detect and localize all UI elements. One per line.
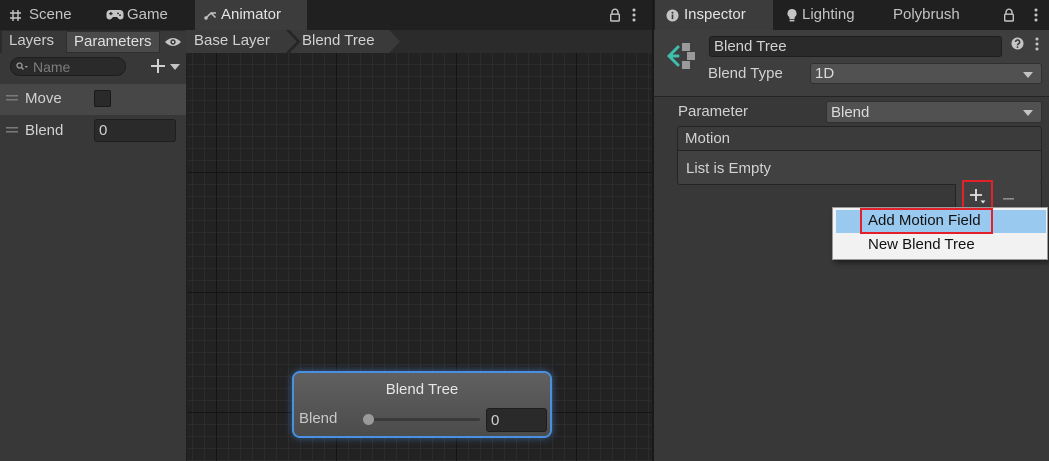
sidebar-tab-parameters[interactable]: Parameters	[66, 31, 160, 53]
node-title: Blend Tree	[385, 381, 459, 398]
blend-type-dropdown[interactable]: 1D	[810, 63, 1042, 84]
inspector-window: Inspector Lighting Polybrush Blend Type …	[654, 0, 1049, 461]
search-field[interactable]	[10, 57, 126, 76]
tab-animator[interactable]: Animator	[195, 0, 307, 30]
blend-tree-icon	[665, 39, 699, 73]
add-parameter-icon[interactable]	[150, 58, 166, 74]
breadcrumb-item-base-layer[interactable]: Base Layer	[186, 30, 297, 53]
parameter-label: Parameter	[678, 103, 749, 120]
parameter-row-blend[interactable]: Blend	[0, 116, 186, 148]
tab-lighting[interactable]: Lighting	[773, 0, 883, 30]
tab-inspector[interactable]: Inspector	[655, 0, 773, 30]
node-value-field[interactable]	[486, 408, 547, 432]
tab-scene[interactable]: Scene	[0, 0, 96, 30]
menu-item-new-blend-tree[interactable]: New Blend Tree	[836, 234, 1046, 257]
motion-list-empty-text: List is Empty	[686, 160, 772, 177]
lock-icon[interactable]	[1003, 8, 1015, 22]
breadcrumb-item-blend-tree[interactable]: Blend Tree	[290, 30, 400, 53]
parameter-row-move[interactable]: Move	[0, 84, 186, 115]
sidebar-tab-label: Layers	[9, 32, 55, 49]
tab-label: Game	[127, 6, 168, 23]
parameters-sidebar: Move Blend	[0, 53, 187, 461]
motion-list-header: Motion	[678, 127, 1041, 151]
chevron-down-icon	[1023, 110, 1033, 116]
search-input[interactable]	[33, 58, 121, 75]
help-icon[interactable]	[1011, 37, 1024, 50]
search-icon[interactable]	[16, 62, 28, 71]
chevron-down-icon[interactable]	[170, 64, 180, 70]
parameter-value-field[interactable]	[94, 119, 176, 142]
tab-label: Lighting	[802, 6, 855, 23]
tab-label: Inspector	[684, 6, 746, 23]
object-name-field[interactable]	[709, 36, 1002, 57]
grid-icon	[9, 9, 22, 22]
parameter-value: Blend	[831, 104, 870, 121]
drag-handle-icon[interactable]	[6, 127, 18, 133]
parameter-dropdown[interactable]: Blend	[826, 101, 1042, 123]
remove-motion-button[interactable]	[998, 186, 1020, 206]
node-slider-track[interactable]	[368, 418, 480, 421]
kebab-menu-icon[interactable]	[632, 8, 636, 22]
animator-icon	[204, 9, 217, 21]
sidebar-tab-label: Parameters	[74, 33, 152, 50]
drag-handle-icon[interactable]	[6, 95, 18, 101]
parameter-checkbox[interactable]	[94, 90, 111, 107]
motion-list: Motion List is Empty	[677, 126, 1042, 185]
node-slider-knob[interactable]	[363, 414, 374, 425]
blend-tree-node[interactable]: Blend Tree Blend	[294, 373, 550, 436]
chevron-down-icon	[1023, 72, 1033, 78]
lock-icon[interactable]	[609, 8, 621, 22]
menu-item-label: New Blend Tree	[868, 236, 975, 253]
tab-polybrush[interactable]: Polybrush	[883, 0, 973, 30]
tab-label: Scene	[29, 6, 72, 23]
node-parameter-label: Blend	[299, 410, 338, 427]
annotation-highlight-add-button	[962, 180, 993, 209]
eye-icon	[164, 36, 182, 48]
motion-list-header-label: Motion	[685, 130, 731, 147]
annotation-highlight-menu-item	[860, 208, 993, 234]
sidebar-tab-layers[interactable]: Layers	[2, 31, 66, 53]
tab-label: Animator	[221, 6, 282, 23]
kebab-menu-icon[interactable]	[1034, 8, 1038, 22]
tab-game[interactable]: Game	[96, 0, 195, 30]
parameter-name[interactable]: Blend	[25, 122, 63, 140]
tab-label: Polybrush	[893, 6, 960, 23]
bulb-icon	[786, 8, 798, 22]
blend-type-value: 1D	[815, 65, 835, 82]
kebab-menu-icon[interactable]	[1035, 37, 1039, 51]
blend-type-label: Blend Type	[708, 65, 783, 82]
breadcrumb-label: Base Layer	[194, 32, 270, 49]
breadcrumb-label: Blend Tree	[302, 32, 375, 49]
eye-toggle-button[interactable]	[160, 31, 186, 53]
gamepad-icon	[106, 9, 124, 21]
minus-icon	[1003, 196, 1014, 200]
info-icon	[666, 9, 679, 22]
animator-window: Scene Game Animator Layers Parameters Ba…	[0, 0, 652, 461]
parameter-name[interactable]: Move	[25, 90, 62, 108]
breadcrumb: Base Layer Blend Tree	[186, 30, 400, 53]
